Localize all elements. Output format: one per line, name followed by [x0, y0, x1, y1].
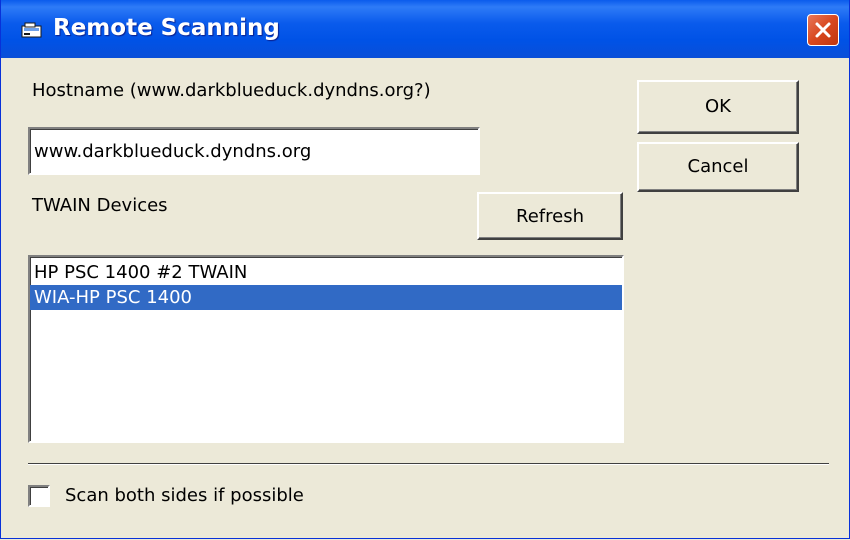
ok-button-label: OK	[705, 96, 731, 117]
title-bar[interactable]: Remote Scanning	[1, 0, 849, 58]
list-item[interactable]: HP PSC 1400 #2 TWAIN	[30, 260, 622, 285]
close-button[interactable]	[807, 14, 839, 46]
remote-scanning-dialog: Remote Scanning Hostname (www.darkbluedu…	[0, 0, 850, 539]
hostname-input[interactable]: www.darkblueduck.dyndns.org	[28, 127, 480, 175]
cancel-button-label: Cancel	[687, 156, 749, 177]
divider-highlight	[28, 464, 829, 465]
scan-both-sides-checkbox[interactable]	[28, 485, 50, 507]
close-icon	[815, 22, 831, 38]
ok-button[interactable]: OK	[637, 80, 799, 134]
scan-both-sides-label[interactable]: Scan both sides if possible	[65, 485, 304, 506]
twain-devices-label: TWAIN Devices	[32, 195, 168, 216]
refresh-button[interactable]: Refresh	[477, 192, 623, 240]
list-item-selected[interactable]: WIA-HP PSC 1400	[30, 285, 622, 310]
scanner-icon	[21, 22, 43, 40]
cancel-button[interactable]: Cancel	[637, 142, 799, 192]
refresh-button-label: Refresh	[516, 206, 584, 227]
hostname-label: Hostname (www.darkblueduck.dyndns.org?)	[32, 80, 431, 101]
window-title: Remote Scanning	[53, 15, 280, 41]
twain-devices-list[interactable]: HP PSC 1400 #2 TWAIN WIA-HP PSC 1400	[28, 255, 624, 443]
